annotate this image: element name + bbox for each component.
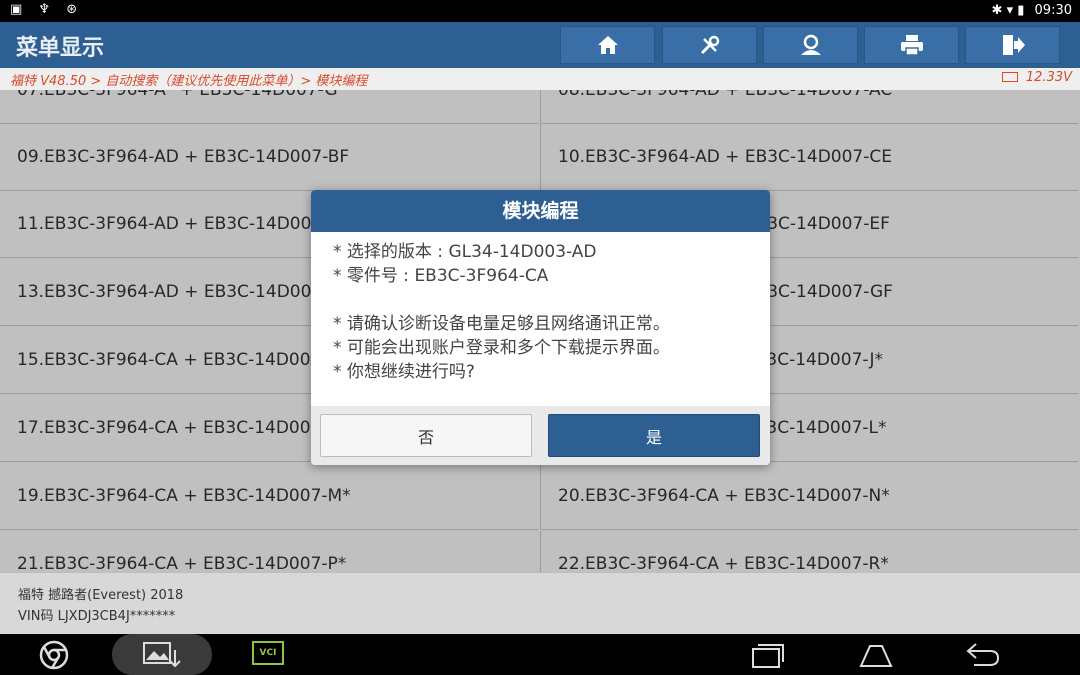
status-bar: ▣ ♆ ⊛ ✱ ▾ ▮ 09:30 — [0, 0, 1080, 22]
gallery-button[interactable] — [112, 634, 212, 675]
status-left-icons: ▣ ♆ ⊛ — [10, 2, 84, 17]
vci-label: VCI — [259, 648, 277, 658]
no-button[interactable]: 否 — [320, 414, 532, 457]
chrome-icon[interactable] — [38, 639, 70, 671]
yes-button[interactable]: 是 — [548, 414, 760, 457]
tools-button[interactable] — [662, 26, 757, 64]
selected-version: * 选择的版本 : GL34-14D003-AD — [333, 242, 597, 262]
status-right: ✱ ▾ ▮ 09:30 — [986, 3, 1072, 18]
vehicle-vin: VIN码 LJXDJ3CB4J******* — [18, 609, 176, 624]
exit-button[interactable] — [965, 26, 1060, 64]
system-nav-bar: VCI — [0, 634, 1080, 675]
battery-icon — [1001, 72, 1018, 82]
user-button[interactable] — [763, 26, 858, 64]
print-button[interactable] — [864, 26, 959, 64]
print-icon — [900, 35, 923, 56]
status-right-icons: ✱ ▾ ▮ — [991, 3, 1025, 18]
recent-apps-icon[interactable] — [750, 640, 786, 670]
battery-voltage: 12.33V — [1001, 70, 1072, 85]
status-time: 09:30 — [1034, 3, 1072, 18]
breadcrumb-bar: 福特 V48.50 > 自动搜索（建议优先使用此菜单）> 模块编程 12.33V — [0, 68, 1080, 90]
app-header: 菜单显示 — [0, 22, 1080, 68]
image-download-icon — [143, 642, 181, 668]
breadcrumb: 福特 V48.50 > 自动搜索（建议优先使用此菜单）> 模块编程 — [10, 74, 368, 89]
user-icon — [800, 34, 821, 55]
tools-icon — [700, 35, 719, 55]
vci-icon[interactable]: VCI — [252, 641, 284, 665]
vehicle-info: 福特 撼路者(Everest) 2018 VIN码 LJXDJ3CB4J****… — [0, 572, 1080, 635]
home-nav-icon[interactable] — [858, 640, 894, 670]
part-number: * 零件号 : EB3C-3F964-CA — [333, 266, 549, 286]
dialog-footer: 否 是 — [311, 406, 770, 465]
page-title: 菜单显示 — [16, 36, 105, 61]
home-button[interactable] — [560, 26, 655, 64]
notice-battery-network: * 请确认诊断设备电量足够且网络通讯正常。 — [333, 314, 670, 334]
back-icon[interactable] — [964, 640, 1002, 670]
notice-continue: * 你想继续进行吗? — [333, 362, 475, 382]
home-icon — [597, 36, 618, 54]
module-programming-dialog: 模块编程 * 选择的版本 : GL34-14D003-AD * 零件号 : EB… — [311, 190, 770, 465]
voltage-value: 12.33V — [1025, 70, 1072, 85]
vehicle-model: 福特 撼路者(Everest) 2018 — [18, 588, 184, 603]
notice-login-download: * 可能会出现账户登录和多个下载提示界面。 — [333, 338, 670, 358]
exit-icon — [1002, 35, 1025, 55]
dialog-body: * 选择的版本 : GL34-14D003-AD * 零件号 : EB3C-3F… — [311, 232, 770, 384]
dialog-title: 模块编程 — [311, 190, 770, 232]
